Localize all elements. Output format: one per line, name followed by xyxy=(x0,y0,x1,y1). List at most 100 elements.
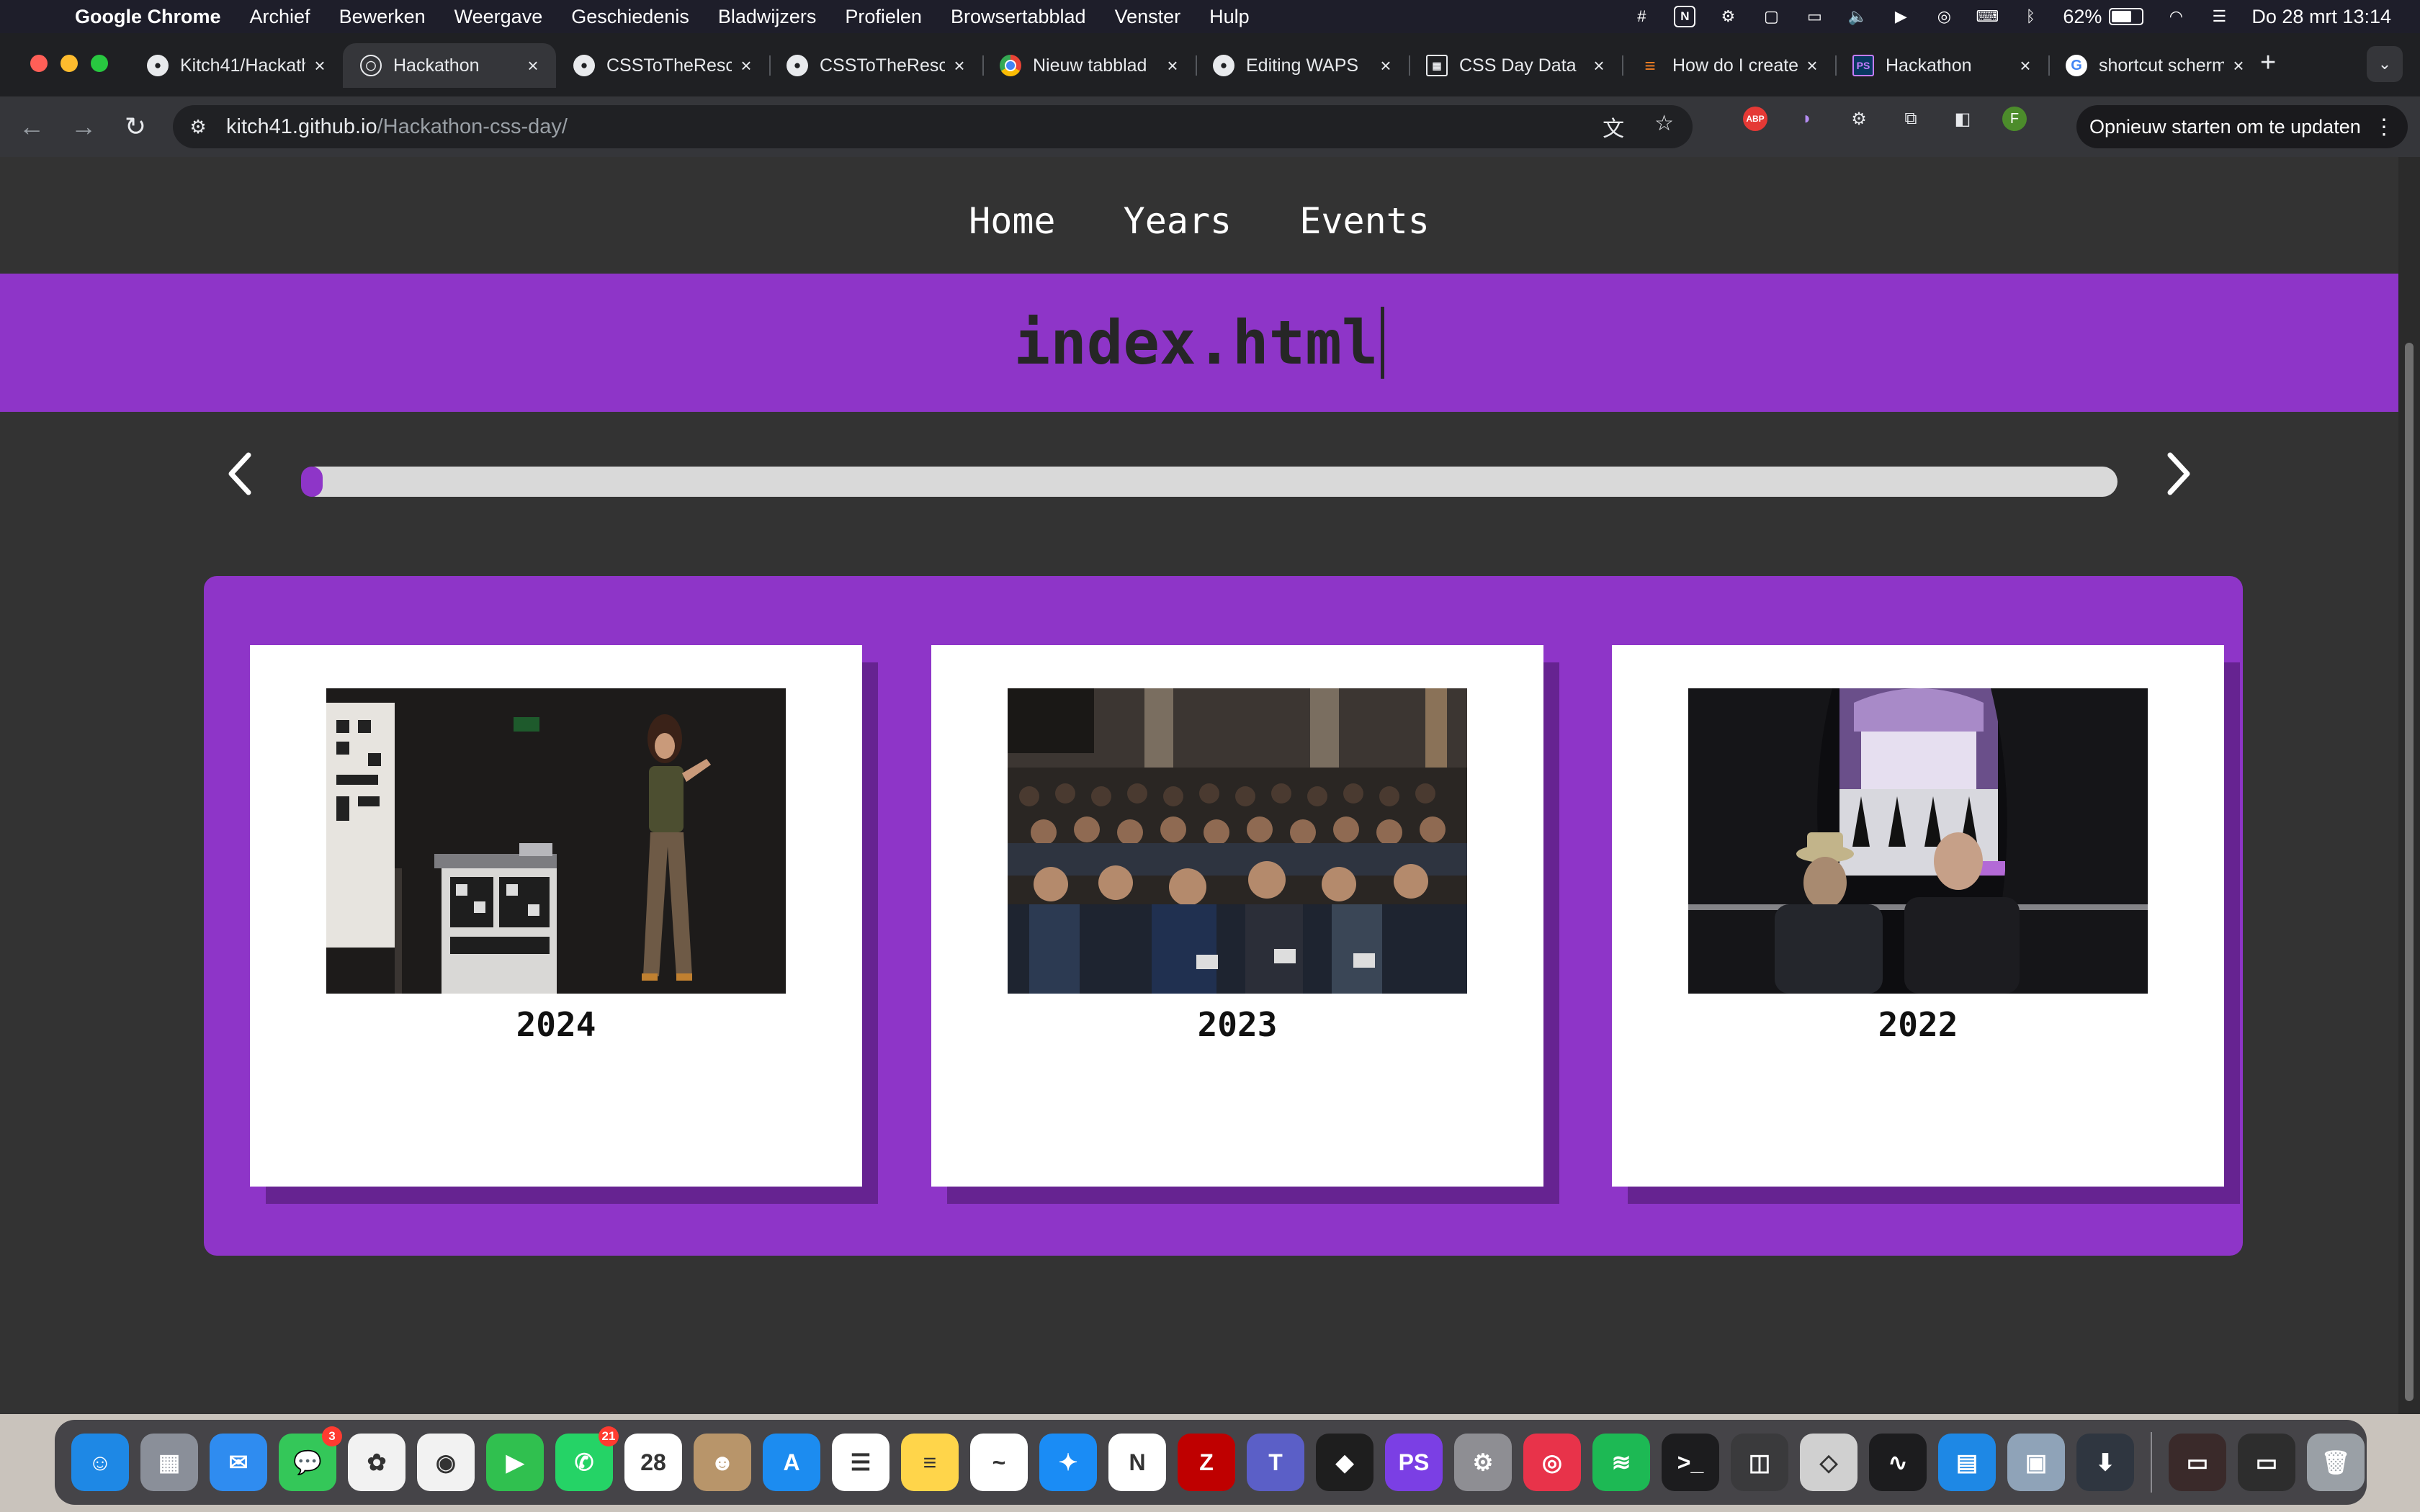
colorpick-extension-icon[interactable]: ◗ xyxy=(1795,107,1819,131)
play-icon[interactable]: ▶ xyxy=(1890,6,1912,27)
dock-recent-window-1-icon[interactable]: ▭ xyxy=(2169,1434,2226,1491)
hash-icon[interactable]: # xyxy=(1631,6,1652,27)
battery-indicator[interactable]: 62% xyxy=(2063,6,2144,28)
dock-figma-icon[interactable]: ◆ xyxy=(1316,1434,1373,1491)
dock-recent-window-2-icon[interactable]: ▭ xyxy=(2238,1434,2295,1491)
reload-button[interactable]: ↻ xyxy=(109,112,161,142)
close-tab-icon[interactable]: × xyxy=(1164,55,1181,77)
dock-mail-icon[interactable]: ✉ xyxy=(210,1434,267,1491)
dock-contacts-icon[interactable]: ☻ xyxy=(694,1434,751,1491)
bookmark-star-icon[interactable]: ☆ xyxy=(1654,111,1674,143)
close-tab-icon[interactable]: × xyxy=(2230,55,2247,77)
close-tab-icon[interactable]: × xyxy=(1590,55,1608,77)
dock-notes-icon[interactable]: ≡ xyxy=(901,1434,959,1491)
dock-phpstorm-icon[interactable]: PS xyxy=(1385,1434,1443,1491)
dock-reminders-icon[interactable]: ☰ xyxy=(832,1434,889,1491)
dock-notion-icon[interactable]: N xyxy=(1108,1434,1166,1491)
dock-launchpad-icon[interactable]: ▦ xyxy=(140,1434,198,1491)
notion-menu-icon[interactable]: N xyxy=(1674,6,1696,27)
menu-hulp[interactable]: Hulp xyxy=(1209,6,1250,28)
menu-bewerken[interactable]: Bewerken xyxy=(339,6,426,28)
close-window-button[interactable] xyxy=(30,55,48,72)
gear-extension-icon[interactable]: ⚙ xyxy=(1847,107,1871,131)
clipboard-icon[interactable]: ▢ xyxy=(1760,6,1782,27)
dock-whatsapp-icon[interactable]: ✆ 21 xyxy=(555,1426,619,1491)
restart-to-update-button[interactable]: Opnieuw starten om te updaten ⋮ xyxy=(2076,105,2408,148)
nav-home-link[interactable]: Home xyxy=(969,200,1055,242)
menu-weergave[interactable]: Weergave xyxy=(454,6,543,28)
fullscreen-window-button[interactable] xyxy=(91,55,108,72)
year-card-2023[interactable]: 2023 xyxy=(931,645,1543,1187)
menu-app-name[interactable]: Google Chrome xyxy=(75,6,221,28)
airdrop-icon[interactable]: ◎ xyxy=(1933,6,1955,27)
dock-preview-icon[interactable]: ▣ xyxy=(2007,1434,2065,1491)
dock-stack-app-icon[interactable]: ▤ xyxy=(1938,1434,1996,1491)
dock-finder-icon[interactable]: ☺ xyxy=(71,1434,129,1491)
keyboard-icon[interactable]: ⌨ xyxy=(1976,6,1999,27)
browser-tab[interactable]: Nieuw tabblad × xyxy=(982,43,1196,88)
dock-downloader-icon[interactable]: ⬇ xyxy=(2076,1434,2134,1491)
browser-tab[interactable]: PS Hackathon × xyxy=(1835,43,2048,88)
gear-badge-icon[interactable]: ⚙ xyxy=(1717,6,1739,27)
extensions-puzzle-icon[interactable]: ⧉ xyxy=(1899,107,1923,131)
forward-button[interactable]: → xyxy=(58,112,109,142)
dock-creative-cloud-icon[interactable]: ◎ xyxy=(1523,1434,1581,1491)
close-tab-icon[interactable]: × xyxy=(951,55,968,77)
bluetooth-icon[interactable]: ᛒ xyxy=(2020,6,2041,27)
back-button[interactable]: ← xyxy=(6,112,58,142)
browser-tab[interactable]: ▦ CSS Day Data × xyxy=(1409,43,1622,88)
year-card-2022[interactable]: 2022 xyxy=(1612,645,2224,1187)
browser-tab[interactable]: ● CSSToTheRescue × xyxy=(769,43,982,88)
address-bar[interactable]: ⚙ kitch41.github.io/Hackathon-css-day/ 文… xyxy=(173,105,1693,148)
year-card-2024[interactable]: 2024 xyxy=(250,645,862,1187)
display-icon[interactable]: ▭ xyxy=(1803,6,1825,27)
dock-filezilla-icon[interactable]: Z xyxy=(1178,1434,1235,1491)
minimize-window-button[interactable] xyxy=(60,55,78,72)
dock-roblox-icon[interactable]: ◇ xyxy=(1800,1434,1857,1491)
wifi-icon[interactable]: ◠ xyxy=(2165,6,2187,27)
close-tab-icon[interactable]: × xyxy=(2017,55,2034,77)
dock-facetime-icon[interactable]: ▶ xyxy=(486,1434,544,1491)
dock-terminal-icon[interactable]: >_ xyxy=(1662,1434,1719,1491)
dock-freeform-icon[interactable]: ~ xyxy=(970,1434,1028,1491)
previous-arrow-button[interactable] xyxy=(215,449,265,499)
browser-tab[interactable]: Gshortcut schermafbeelding × xyxy=(2048,43,2262,88)
close-tab-icon[interactable]: × xyxy=(524,55,542,77)
dock-activity-monitor-icon[interactable]: ∿ xyxy=(1869,1434,1927,1491)
profile-avatar[interactable]: F xyxy=(2002,107,2027,131)
close-tab-icon[interactable]: × xyxy=(1377,55,1394,77)
browser-tab[interactable]: ● Editing WAPS × xyxy=(1196,43,1409,88)
close-tab-icon[interactable]: × xyxy=(738,55,755,77)
menu-venster[interactable]: Venster xyxy=(1115,6,1181,28)
browser-tab[interactable]: ● CSSToTheRescue × xyxy=(556,43,769,88)
translate-icon[interactable]: 文 xyxy=(1603,111,1624,143)
nav-years-link[interactable]: Years xyxy=(1124,200,1232,242)
menu-browsertabblad[interactable]: Browsertabblad xyxy=(951,6,1086,28)
menu-profielen[interactable]: Profielen xyxy=(845,6,922,28)
close-tab-icon[interactable]: × xyxy=(1803,55,1821,77)
adblock-extension-icon[interactable]: ABP xyxy=(1743,107,1767,131)
dock-trash-icon[interactable]: 🗑 xyxy=(2307,1434,2365,1491)
scrollbar-thumb[interactable] xyxy=(2405,343,2414,1401)
browser-tab[interactable]: ≡ How do I create × xyxy=(1622,43,1835,88)
menu-clock[interactable]: Do 28 mrt 13:14 xyxy=(2251,6,2391,28)
dock-spotify-icon[interactable]: ≋ xyxy=(1592,1434,1650,1491)
nav-events-link[interactable]: Events xyxy=(1299,200,1430,242)
dock-safari-icon[interactable]: ✦ xyxy=(1039,1434,1097,1491)
dock-teams-icon[interactable]: T xyxy=(1247,1434,1304,1491)
dock-app-store-icon[interactable]: A xyxy=(763,1434,820,1491)
menu-archief[interactable]: Archief xyxy=(250,6,310,28)
site-info-icon[interactable]: ⚙ xyxy=(186,116,210,138)
close-tab-icon[interactable]: × xyxy=(311,55,328,77)
menu-geschiedenis[interactable]: Geschiedenis xyxy=(571,6,689,28)
control-center-icon[interactable]: ☰ xyxy=(2208,6,2230,27)
dock-photos-icon[interactable]: ✿ xyxy=(348,1434,405,1491)
page-scrollbar[interactable] xyxy=(2398,157,2420,1414)
next-arrow-button[interactable] xyxy=(2154,449,2204,499)
dock-system-settings-icon[interactable]: ⚙ xyxy=(1454,1434,1512,1491)
kebab-menu-icon[interactable]: ⋮ xyxy=(2373,114,2395,140)
dock-screenshot-icon[interactable]: ◫ xyxy=(1731,1434,1788,1491)
menu-bladwijzers[interactable]: Bladwijzers xyxy=(718,6,817,28)
dock-calendar-icon[interactable]: 28 xyxy=(624,1434,682,1491)
side-panel-icon[interactable]: ◧ xyxy=(1950,107,1975,131)
